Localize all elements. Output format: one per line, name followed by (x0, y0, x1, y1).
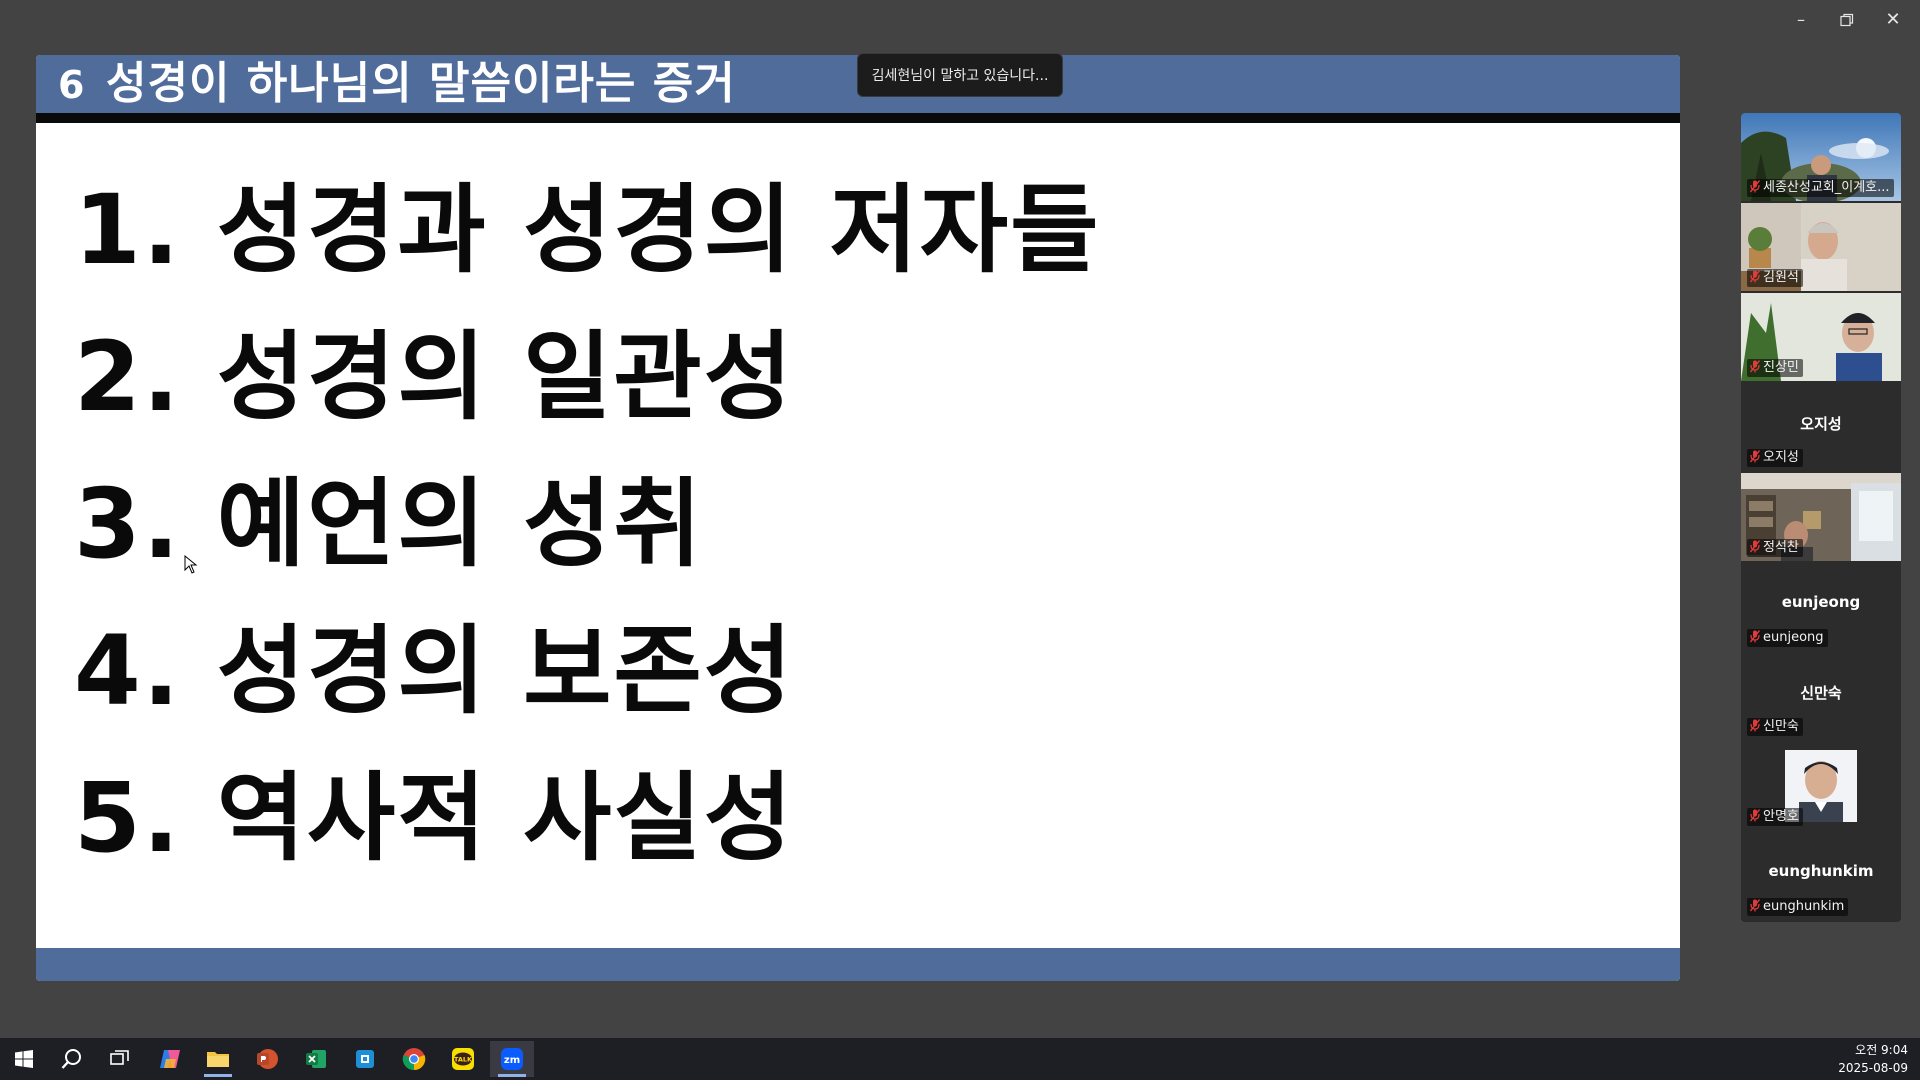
participant-name: eunjeong (1747, 629, 1828, 647)
mic-muted-icon (1750, 809, 1760, 822)
participant-name: eunghunkim (1747, 898, 1849, 916)
participant-name: 신만숙 (1747, 718, 1803, 736)
kakaotalk-icon: TALK (452, 1048, 474, 1070)
close-icon: ✕ (1885, 9, 1901, 30)
mic-muted-icon (1750, 450, 1760, 463)
participant-name: 세종산성교회_이계호... (1747, 179, 1894, 197)
slide-title: 성경이 하나님의 말씀이라는 증거 (106, 58, 736, 109)
mic-muted-icon (1750, 270, 1760, 283)
running-indicator (204, 1074, 232, 1077)
zoom-label: zm (504, 1055, 520, 1066)
chrome-button[interactable] (392, 1041, 436, 1077)
task-view-icon (110, 1050, 129, 1065)
kakaotalk-label: TALK (454, 1056, 473, 1064)
mic-muted-icon (1750, 630, 1760, 643)
participant-display-name: 오지성 (1800, 415, 1842, 433)
mic-muted-icon (1750, 180, 1760, 193)
mouse-cursor-icon (184, 555, 198, 574)
mic-muted-icon (1750, 719, 1760, 732)
excel-icon (306, 1050, 326, 1068)
participant-tile[interactable]: 정석찬 (1741, 473, 1901, 561)
participant-tile[interactable]: eunjeong eunjeong (1741, 563, 1901, 651)
start-button[interactable] (2, 1041, 46, 1077)
participant-tile[interactable]: 안명호 (1741, 742, 1901, 830)
zoom-icon: zm (501, 1048, 523, 1070)
copilot-icon (160, 1050, 180, 1068)
slide-list-item: 4. 성경의 보존성 (74, 615, 795, 727)
store-button[interactable] (343, 1041, 387, 1077)
kakaotalk-button[interactable]: TALK (441, 1041, 485, 1077)
file-explorer-icon (207, 1052, 229, 1067)
running-indicator (498, 1074, 526, 1077)
slide-footer (36, 948, 1680, 981)
close-button[interactable]: ✕ (1876, 6, 1910, 34)
file-explorer-button[interactable] (196, 1041, 240, 1077)
slide-list-item: 1. 성경과 성경의 저자들 (74, 174, 1101, 286)
participant-name: 안명호 (1747, 808, 1803, 826)
search-icon (61, 1049, 81, 1069)
mic-muted-icon (1750, 540, 1760, 553)
restore-icon (1840, 13, 1854, 27)
participant-name: 진상민 (1747, 359, 1803, 377)
slide-header-divider (36, 113, 1680, 123)
participant-tile[interactable]: 오지성 오지성 (1741, 383, 1901, 471)
participant-display-name: 신만숙 (1800, 684, 1842, 702)
slide-list: 1. 성경과 성경의 저자들 2. 성경의 일관성 3. 예언의 성취 4. 성… (74, 180, 1100, 915)
participant-display-name: eunghunkim (1768, 862, 1874, 880)
mic-muted-icon (1750, 899, 1760, 912)
chrome-icon (402, 1048, 426, 1071)
powerpoint-button[interactable] (245, 1041, 289, 1077)
windows-start-icon (15, 1050, 33, 1068)
shared-slide: 6 성경이 하나님의 말씀이라는 증거 1. 성경과 성경의 저자들 2. 성경… (36, 55, 1680, 981)
restore-button[interactable] (1830, 6, 1864, 34)
taskbar: TALK zm 오전 9:04 2025-08-09 (0, 1038, 1920, 1080)
copilot-button[interactable] (148, 1041, 192, 1077)
slide-list-item: 3. 예언의 성취 (74, 468, 704, 580)
powerpoint-icon (257, 1049, 278, 1069)
system-clock[interactable]: 오전 9:04 2025-08-09 (1838, 1041, 1908, 1077)
zoom-button[interactable]: zm (490, 1041, 534, 1077)
search-button[interactable] (50, 1041, 94, 1077)
slide-number: 6 (58, 63, 85, 107)
excel-button[interactable] (294, 1041, 338, 1077)
slide-list-item: 5. 역사적 사실성 (74, 762, 795, 874)
active-speaker-toast: 김세현님이 말하고 있습니다... (857, 53, 1063, 97)
participant-tile[interactable]: 신만숙 신만숙 (1741, 652, 1901, 740)
participant-tile[interactable]: 김원석 (1741, 203, 1901, 291)
mic-muted-icon (1750, 360, 1760, 373)
task-view-button[interactable] (98, 1041, 142, 1077)
clock-date: 2025-08-09 (1838, 1061, 1908, 1075)
minimize-icon: – (1797, 10, 1805, 29)
participant-name: 정석찬 (1747, 539, 1803, 557)
participant-tile[interactable]: eunghunkim eunghunkim (1741, 832, 1901, 920)
store-icon (356, 1050, 374, 1068)
participant-panel[interactable]: 세종산성교회_이계호... 김원석 진상민 오지성 오지성 정석찬 eunjeo… (1741, 113, 1901, 922)
participant-name: 김원석 (1747, 269, 1803, 287)
participant-name: 오지성 (1747, 449, 1803, 467)
minimize-button[interactable]: – (1784, 6, 1818, 34)
participant-tile[interactable]: 진상민 (1741, 293, 1901, 381)
clock-time: 오전 9:04 (1855, 1043, 1908, 1057)
participant-tile[interactable]: 세종산성교회_이계호... (1741, 113, 1901, 201)
participant-display-name: eunjeong (1781, 593, 1861, 611)
slide-list-item: 2. 성경의 일관성 (74, 321, 795, 433)
